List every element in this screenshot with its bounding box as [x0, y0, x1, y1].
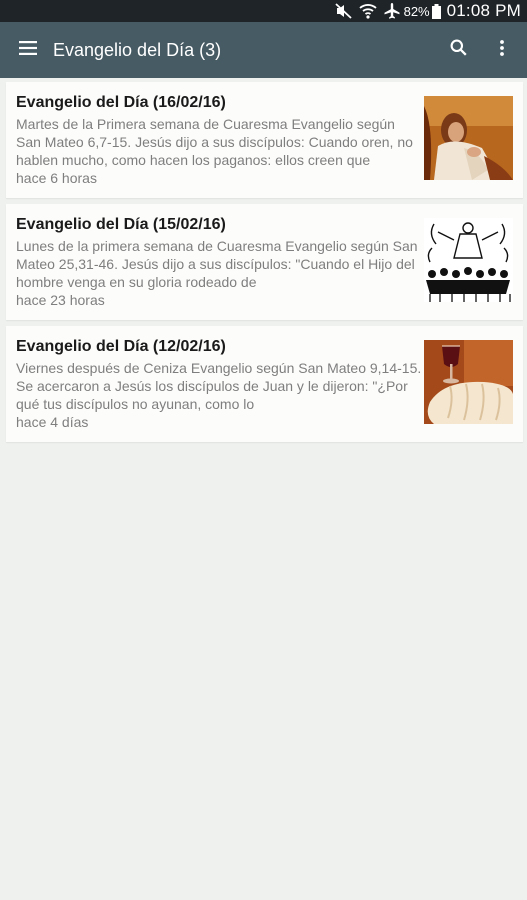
christ-in-glory-thumbnail — [424, 218, 513, 302]
card-text: Evangelio del Día (16/02/16) Martes de l… — [16, 94, 422, 187]
navigation-menu-button[interactable] — [0, 22, 56, 78]
card-title: Evangelio del Día (12/02/16) — [16, 338, 226, 355]
gospel-list: Evangelio del Día (16/02/16) Martes de l… — [6, 82, 523, 448]
wifi-icon — [358, 2, 378, 20]
card-text: Evangelio del Día (15/02/16) Lunes de la… — [16, 216, 422, 309]
status-bar: 82% 01:08 PM — [0, 0, 527, 22]
battery-percent: 82% — [403, 3, 430, 19]
mute-icon — [334, 2, 354, 20]
card-excerpt: Lunes de la primera semana de Cuaresma E… — [16, 238, 418, 290]
card-excerpt: Viernes después de Ceniza Evangelio segú… — [16, 360, 422, 412]
page-title: Evangelio del Día (3) — [53, 39, 222, 60]
search-icon — [450, 39, 467, 61]
gospel-card-15-02-16[interactable]: Evangelio del Día (15/02/16) Lunes de la… — [6, 204, 523, 320]
card-title: Evangelio del Día (16/02/16) — [16, 94, 226, 111]
gospel-card-16-02-16[interactable]: Evangelio del Día (16/02/16) Martes de l… — [6, 82, 523, 198]
battery-icon — [431, 3, 441, 19]
status-time: 01:08 PM — [446, 1, 521, 20]
card-title: Evangelio del Día (15/02/16) — [16, 216, 226, 233]
card-time-ago: hace 4 días — [16, 414, 89, 430]
hamburger-menu-icon — [19, 40, 37, 60]
gospel-card-12-02-16[interactable]: Evangelio del Día (12/02/16) Viernes des… — [6, 326, 523, 442]
praying-jesus-thumbnail — [424, 96, 513, 180]
overflow-menu-button[interactable] — [477, 22, 527, 78]
bread-and-wine-thumbnail — [424, 340, 513, 424]
card-text: Evangelio del Día (12/02/16) Viernes des… — [16, 338, 422, 431]
overflow-menu-icon — [500, 39, 504, 61]
app-bar: Evangelio del Día (3) — [0, 22, 527, 78]
airplane-icon — [382, 2, 402, 20]
card-excerpt: Martes de la Primera semana de Cuaresma … — [16, 116, 413, 168]
card-time-ago: hace 6 horas — [16, 170, 97, 186]
search-button[interactable] — [439, 22, 477, 78]
card-time-ago: hace 23 horas — [16, 292, 105, 308]
